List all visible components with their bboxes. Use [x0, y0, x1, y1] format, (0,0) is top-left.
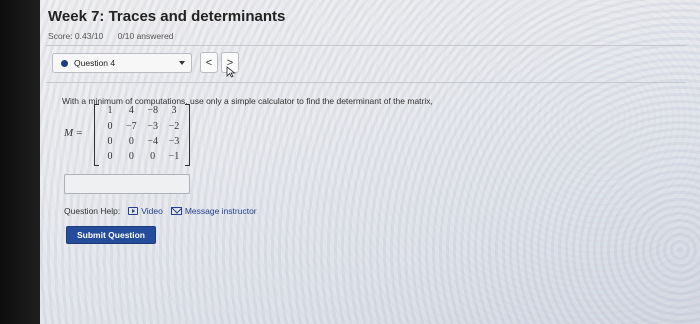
matrix-row: 0 −7 −3 −2: [100, 121, 184, 135]
matrix-cell: 0: [107, 121, 113, 132]
matrix-right-bracket: [185, 104, 190, 166]
matrix: 1 4 −8 3 0 −7 −3 −2 0 0 −4 −3 0 0 0 −1: [94, 104, 190, 166]
mail-icon: [170, 207, 182, 215]
answer-input[interactable]: [64, 174, 190, 194]
matrix-cell: −7: [126, 121, 137, 132]
page-title: Week 7: Traces and determinants: [48, 8, 286, 25]
video-link[interactable]: Video: [128, 206, 163, 216]
matrix-cell: 3: [171, 105, 177, 116]
mouse-cursor-icon: [226, 66, 236, 78]
matrix-cell: 0: [128, 151, 134, 162]
equals-sign: =: [76, 127, 83, 139]
matrix-row: 1 4 −8 3: [100, 105, 184, 119]
matrix-row: 0 0 0 −1: [100, 151, 184, 165]
question-selector[interactable]: Question 4: [52, 53, 192, 73]
question-help: Question Help: Video Message instructor: [64, 206, 265, 216]
message-instructor-link[interactable]: Message instructor: [170, 206, 257, 216]
score-text: Score: 0.43/10: [48, 31, 104, 41]
nav-divider: [46, 82, 686, 83]
question-selector-label: Question 4: [74, 58, 116, 68]
video-icon: [128, 207, 139, 215]
video-link-label: Video: [141, 206, 163, 216]
matrix-label: M =: [64, 127, 82, 139]
matrix-cell: 4: [128, 105, 134, 116]
submit-question-button[interactable]: Submit Question: [66, 226, 156, 244]
message-instructor-label: Message instructor: [184, 206, 257, 216]
matrix-cell: 0: [128, 136, 134, 147]
matrix-cell: −1: [168, 151, 180, 162]
answered-count: 0/10 answered: [117, 31, 174, 41]
matrix-cell: 1: [107, 105, 113, 116]
chevron-down-icon: [179, 61, 185, 65]
matrix-cell: −2: [168, 121, 180, 132]
status-dot-icon: [61, 59, 68, 67]
matrix-row: 0 0 −4 −3: [100, 136, 184, 150]
question-help-label: Question Help:: [64, 206, 121, 216]
browser-page: Week 7: Traces and determinants Score: 0…: [40, 0, 700, 324]
screen-bezel: [0, 0, 40, 324]
prev-question-button[interactable]: <: [200, 52, 218, 73]
matrix-left-bracket: [94, 104, 99, 166]
matrix-cell: −8: [147, 105, 158, 116]
matrix-cell: −3: [168, 136, 180, 147]
matrix-cell: 0: [150, 151, 156, 162]
matrix-cell: −4: [147, 136, 158, 147]
matrix-symbol: M: [64, 127, 74, 139]
score-summary: Score: 0.43/10 0/10 answered: [48, 31, 173, 41]
header-divider: [46, 45, 686, 46]
matrix-cell: −3: [147, 121, 158, 132]
matrix-cell: 0: [107, 151, 113, 162]
matrix-cell: 0: [107, 136, 113, 147]
